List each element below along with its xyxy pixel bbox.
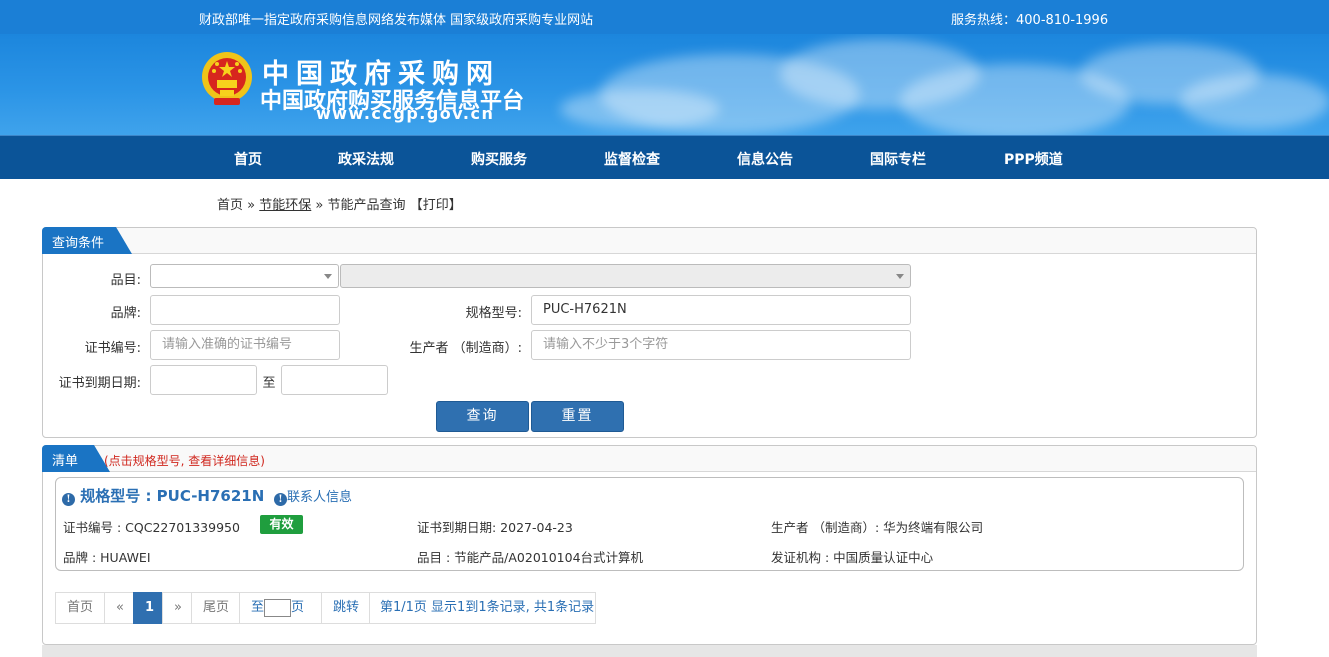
brand-label: 品牌: (110, 306, 141, 321)
nav-item-ppp[interactable]: PPP频道 (1004, 149, 1063, 169)
model-label: 规格型号: (465, 306, 522, 321)
nav-item-home[interactable]: 首页 (234, 149, 262, 169)
issuer-value: 发证机构 : 中国质量认证中心 (771, 550, 934, 565)
date-range-separator: 至 (262, 376, 276, 391)
manufacturer-input[interactable]: 请输入不少于3个字符 (531, 330, 911, 360)
pager-last[interactable]: 尾页 (191, 592, 240, 624)
nav-item-announcements[interactable]: 信息公告 (737, 149, 793, 169)
brand-value: 品牌 : HUAWEI (63, 550, 151, 565)
search-button[interactable]: 查询 (436, 401, 529, 432)
site-slogan: 财政部唯一指定政府采购信息网络发布媒体 国家级政府采购专业网站 (199, 13, 594, 28)
pager-goto-prefix: 至 (251, 600, 265, 615)
manufacturer-value: 生产者 （制造商）: 华为终端有限公司 (771, 520, 984, 535)
cert-number-value: 证书编号 : CQC22701339950 (63, 520, 240, 535)
pager-goto-suffix: 页 (291, 600, 305, 615)
status-badge: 有效 (260, 515, 303, 534)
model-input[interactable]: PUC-H7621N (531, 295, 911, 325)
top-strip: 财政部唯一指定政府采购信息网络发布媒体 国家级政府采购专业网站 服务热线：400… (0, 0, 1329, 34)
expiry-date-value: 证书到期日期: 2027-04-23 (417, 520, 573, 535)
breadcrumb-current: 节能产品查询 (327, 198, 406, 213)
nav-item-regulations[interactable]: 政采法规 (338, 149, 394, 169)
national-emblem-icon (202, 52, 252, 105)
expiry-date-to-input[interactable] (281, 365, 388, 395)
print-link[interactable]: 【打印】 (410, 198, 462, 213)
pager-goto: 至页 (239, 592, 322, 624)
breadcrumb-home[interactable]: 首页 (217, 198, 243, 213)
category-select[interactable] (150, 264, 339, 288)
info-icon: ! (62, 493, 75, 506)
breadcrumb-separator: » (315, 198, 324, 213)
nav-item-purchase-services[interactable]: 购买服务 (471, 149, 527, 169)
model-link-text: 规格型号 : PUC-H7621N (80, 487, 265, 505)
chevron-down-icon (324, 274, 332, 279)
service-hotline: 服务热线：400-810-1996 (951, 13, 1109, 28)
cert-number-input[interactable]: 请输入准确的证书编号 (150, 330, 340, 360)
expiry-date-from-input[interactable] (150, 365, 257, 395)
brand-input[interactable] (150, 295, 340, 325)
pager-summary: 第1/1页 显示1到1条记录, 共1条记录 (369, 592, 596, 624)
pagination: 首页 « 1 » 尾页 至页 跳转 第1/1页 显示1到1条记录, 共1条记录 (55, 592, 596, 624)
pager-jump-button[interactable]: 跳转 (321, 592, 370, 624)
contact-info-link[interactable]: ! 联系人信息 (274, 486, 352, 506)
subcategory-select[interactable] (340, 264, 911, 288)
nav-item-international[interactable]: 国际专栏 (870, 149, 926, 169)
query-panel-tab: 查询条件 (42, 227, 132, 254)
results-hint: (点击规格型号, 查看详细信息) (104, 454, 265, 468)
page-number-input[interactable] (264, 598, 292, 617)
pager-prev[interactable]: « (104, 592, 134, 624)
breadcrumb-separator: » (247, 198, 256, 213)
expiry-date-label: 证书到期日期: (58, 376, 141, 391)
site-banner: 中国政府采购网 中国政府购买服务信息平台 www.ccgp.gov.cn (0, 34, 1329, 135)
results-panel-tab: 清单 (42, 445, 110, 472)
manufacturer-label: 生产者 （制造商）: (409, 341, 522, 356)
reset-button[interactable]: 重置 (531, 401, 624, 432)
breadcrumb-energy-saving[interactable]: 节能环保 (259, 198, 311, 213)
site-logo-url: www.ccgp.gov.cn (316, 104, 495, 123)
footer-strip (42, 645, 1257, 657)
pager-current-page[interactable]: 1 (133, 592, 163, 624)
chevron-down-icon (896, 274, 904, 279)
pager-first[interactable]: 首页 (55, 592, 105, 624)
nav-item-supervision[interactable]: 监督检查 (604, 149, 660, 169)
pager-next[interactable]: » (162, 592, 192, 624)
main-nav: 首页 政采法规 购买服务 监督检查 信息公告 国际专栏 PPP频道 (0, 135, 1329, 179)
cert-number-label: 证书编号: (84, 341, 141, 356)
model-link[interactable]: ! 规格型号 : PUC-H7621N (62, 485, 264, 506)
contact-info-text: 联系人信息 (287, 490, 353, 505)
result-card: ! 规格型号 : PUC-H7621N ! 联系人信息 证书编号 : CQC227… (55, 477, 1244, 571)
category-label: 品目: (110, 273, 141, 288)
info-icon: ! (274, 493, 287, 506)
category-value: 品目 : 节能产品/A02010104台式计算机 (417, 550, 644, 565)
breadcrumb: 首页 » 节能环保 » 节能产品查询 【打印】 (217, 194, 462, 213)
